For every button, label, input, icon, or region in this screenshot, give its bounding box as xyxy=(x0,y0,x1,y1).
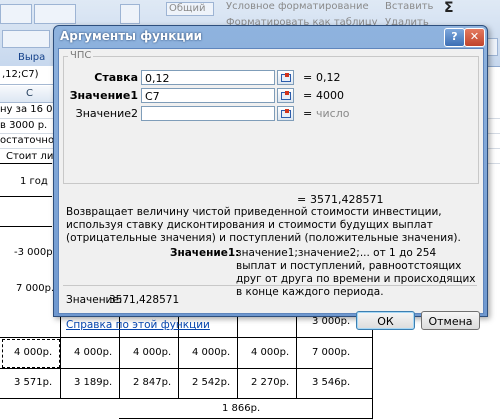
ribbon-font-box[interactable] xyxy=(0,4,32,24)
table-border xyxy=(0,398,373,399)
collapse-dialog-icon[interactable] xyxy=(277,88,294,103)
arg-equals: = xyxy=(303,89,313,102)
cell-value[interactable]: 2 542р. xyxy=(192,377,230,388)
cell-total[interactable]: 1 866р. xyxy=(222,403,260,414)
wrap-text-icon[interactable] xyxy=(120,4,140,24)
ribbon-font-size-box[interactable] xyxy=(34,4,76,24)
cell-value[interactable]: 7 000р. xyxy=(16,283,54,294)
separator xyxy=(63,285,477,286)
arg-result-rate: 0,12 xyxy=(316,71,341,84)
table-border xyxy=(0,163,52,164)
arg-input-rate[interactable]: 0,12 xyxy=(141,70,275,85)
function-arguments-dialog: Аргументы функции ? ✕ ЧПС Ставка 0,12 = … xyxy=(53,25,488,331)
formula-fragment[interactable]: ,12;C7) xyxy=(0,66,54,85)
cell-negative-value[interactable]: -3 000р. xyxy=(14,247,56,258)
table-border xyxy=(0,337,373,338)
collapse-dialog-icon[interactable] xyxy=(277,106,294,121)
cell-value[interactable]: 7 000р. xyxy=(312,347,350,358)
column-header-c[interactable]: C xyxy=(0,86,60,103)
function-name-label: ЧПС xyxy=(68,50,94,61)
result-equals: = xyxy=(297,193,307,206)
cell-value[interactable]: 2 270р. xyxy=(251,377,289,388)
argument-description-label: Значение1: xyxy=(170,247,240,259)
arg-result-value1: 4000 xyxy=(316,89,344,102)
close-button[interactable]: ✕ xyxy=(464,28,485,47)
help-button[interactable]: ? xyxy=(444,28,465,47)
ok-button[interactable]: ОК xyxy=(356,311,415,330)
alignment-group-label: Выра xyxy=(18,52,46,63)
arg-result-value2: число xyxy=(316,107,350,120)
dialog-title: Аргументы функции xyxy=(60,29,203,43)
cell-value[interactable]: 3 571р. xyxy=(14,377,52,388)
cell-value[interactable]: 4 000р. xyxy=(133,347,171,358)
dialog-titlebar[interactable]: Аргументы функции ? ✕ xyxy=(54,26,487,47)
arg-label-rate: Ставка xyxy=(94,71,138,84)
arg-equals: = xyxy=(303,107,313,120)
table-border xyxy=(237,310,238,399)
cell-value[interactable]: 2 847р. xyxy=(133,377,171,388)
number-format-label: Общий xyxy=(169,3,206,14)
arg-input-value1[interactable]: C7 xyxy=(141,88,275,103)
arguments-group: ЧПС Ставка 0,12 = 0,12 Значение1 C7 = 40… xyxy=(63,50,479,184)
table-border xyxy=(0,368,373,369)
collapse-dialog-icon[interactable] xyxy=(277,70,294,85)
arg-input-value2[interactable] xyxy=(141,106,275,121)
argument-description: значение1;значение2;... от 1 до 254 выпл… xyxy=(236,247,476,298)
cell-text[interactable]: в 3000 р. xyxy=(0,120,47,131)
help-link[interactable]: Справка по этой функции xyxy=(66,319,210,331)
table-border xyxy=(119,418,373,419)
number-format-dropdown[interactable]: Общий xyxy=(166,2,214,16)
formula-result: 3571,428571 xyxy=(310,193,384,206)
cancel-button[interactable]: Отмена xyxy=(421,311,480,330)
dialog-body: ЧПС Ставка 0,12 = 0,12 Значение1 C7 = 40… xyxy=(58,48,484,331)
cell-text[interactable]: Стоит ли xyxy=(6,151,53,162)
cell-value[interactable]: 4 000р. xyxy=(251,347,289,358)
function-description: Возвращает величину чистой приведенной с… xyxy=(66,206,461,244)
cell-value[interactable]: 4 000р. xyxy=(192,347,230,358)
cell-text[interactable]: остаточной xyxy=(0,135,61,146)
table-border xyxy=(0,196,52,197)
value-result: 3571,428571 xyxy=(109,294,180,306)
table-border xyxy=(296,310,297,399)
cell-value[interactable]: 4 000р. xyxy=(14,347,52,358)
arg-equals: = xyxy=(303,71,313,84)
insert-cells-button[interactable]: Вставить xyxy=(385,1,433,12)
cell-value[interactable]: 3 000р. xyxy=(312,316,350,327)
cell-value[interactable]: 3 189р. xyxy=(74,377,112,388)
autosum-icon[interactable]: Σ xyxy=(444,0,454,16)
conditional-formatting-button[interactable]: Условное форматирование xyxy=(226,1,369,12)
align-buttons[interactable] xyxy=(2,30,50,48)
cell-year-label[interactable]: 1 год xyxy=(20,176,48,187)
arg-label-value2: Значение2 xyxy=(75,107,138,120)
cell-value[interactable]: 4 000р. xyxy=(74,347,112,358)
cell-value[interactable]: 3 546р. xyxy=(312,377,350,388)
arg-label-value1: Значение1 xyxy=(69,89,138,102)
table-border xyxy=(0,226,52,227)
